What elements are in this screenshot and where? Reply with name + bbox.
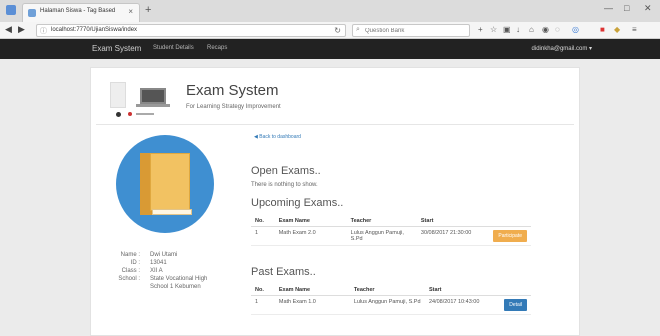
profile-value-id: 13041 [150, 260, 167, 266]
profile-label-class: Class : [121, 268, 140, 274]
app-navbar: Exam System Student Details Recaps didin… [0, 39, 660, 59]
col-start: Start [424, 285, 501, 296]
col-no: No. [251, 285, 275, 296]
past-exams-table: No. Exam Name Teacher Start 1 Math Exam … [251, 285, 531, 315]
tab-favicon [28, 9, 36, 17]
open-exams-empty: There is nothing to show. [251, 182, 318, 188]
cell-start: 30/08/2017 21:30:00 [416, 226, 490, 246]
pocket-icon[interactable]: ◉ [542, 25, 549, 34]
browser-app-icon [6, 5, 16, 15]
close-window-button[interactable]: ✕ [644, 3, 652, 14]
logo-bar [136, 113, 154, 115]
addon-red-icon[interactable]: ■ [600, 25, 605, 34]
reload-icon[interactable]: ↻ [334, 26, 341, 35]
address-url: localhost:7770/UjianSiswa/index [51, 27, 138, 33]
new-tab-button[interactable]: + [145, 4, 151, 16]
detail-button[interactable]: Detail [504, 299, 527, 311]
logo-dot [116, 112, 121, 117]
nav-recaps[interactable]: Recaps [207, 45, 227, 51]
sync-icon[interactable]: ◌ [555, 25, 560, 34]
cell-start: 24/08/2017 10:43:00 [424, 295, 501, 315]
back-arrow-icon[interactable]: ◀ [5, 24, 12, 35]
logo-sheet [110, 82, 126, 108]
browser-tab-strip: Halaman Siswa - Tag Based × + — □ ✕ [0, 0, 660, 22]
profile-label-id: ID : [130, 260, 140, 266]
address-bar[interactable]: ⓘ localhost:7770/UjianSiswa/index ↻ [36, 24, 346, 37]
bookmark-star-icon[interactable]: ☆ [490, 25, 497, 34]
browser-toolbar: ◀ ▶ ⓘ localhost:7770/UjianSiswa/index ↻ … [0, 22, 660, 39]
table-row: 1 Math Exam 2.0 Lulus Anggun Pamuji, S.P… [251, 226, 531, 246]
participate-button[interactable]: Participate [493, 230, 527, 242]
past-exams-heading: Past Exams.. [251, 266, 316, 278]
profile-value-school: State Vocational High School 1 Kebumen [150, 276, 208, 290]
browser-search-box[interactable]: ⌕ [352, 24, 470, 37]
nav-student-details[interactable]: Student Details [153, 45, 194, 51]
user-menu-dropdown[interactable]: didinkha@gmail.com ▾ [532, 45, 592, 52]
page-tagline: For Learning Strategy Improvement [186, 104, 281, 110]
table-row: 1 Math Exam 1.0 Lulus Anggun Pamuji, S.P… [251, 295, 531, 315]
cell-exam: Math Exam 1.0 [274, 295, 350, 315]
forward-arrow-icon[interactable]: ▶ [18, 24, 25, 35]
profile-value-name: Dwi Utami [150, 252, 178, 258]
browser-search-input[interactable] [365, 26, 465, 36]
cell-teacher: Lulus Anggun Pamuji, S.Pd [346, 226, 417, 246]
page-title: Exam System [186, 82, 279, 99]
back-to-dashboard-link[interactable]: ◀ Back to dashboard [254, 134, 301, 140]
col-teacher: Teacher [346, 216, 417, 227]
open-exams-heading: Open Exams.. [251, 165, 321, 177]
profile-value-class: XII A [150, 268, 163, 274]
col-exam-name: Exam Name [274, 285, 350, 296]
profile-labels: Name : ID : Class : School : [100, 251, 140, 283]
info-icon: ⓘ [40, 28, 47, 35]
extension-icon[interactable]: ◎ [572, 25, 579, 34]
col-teacher: Teacher [349, 285, 425, 296]
cell-teacher: Lulus Anggun Pamuji, S.Pd [349, 295, 425, 315]
add-icon[interactable]: + [478, 25, 483, 34]
upcoming-exams-heading: Upcoming Exams.. [251, 197, 344, 209]
header-divider [96, 124, 574, 125]
clipboard-icon[interactable]: ▣ [503, 25, 511, 34]
maximize-button[interactable]: □ [624, 3, 629, 13]
profile-label-school: School : [118, 276, 140, 282]
minimize-button[interactable]: — [604, 3, 613, 13]
tab-title: Halaman Siswa - Tag Based [40, 8, 116, 14]
cell-exam: Math Exam 2.0 [274, 226, 347, 246]
menu-icon[interactable]: ≡ [632, 25, 637, 34]
table-header-row: No. Exam Name Teacher Start [251, 285, 531, 296]
cell-no: 1 [251, 295, 275, 315]
browser-tab[interactable]: Halaman Siswa - Tag Based × [22, 3, 140, 22]
addon-yellow-icon[interactable]: ◆ [614, 25, 620, 34]
cell-no: 1 [251, 226, 275, 246]
search-icon: ⌕ [356, 26, 360, 33]
profile-values: Dwi Utami 13041 XII A State Vocational H… [150, 251, 220, 291]
table-header-row: No. Exam Name Teacher Start [251, 216, 531, 227]
tab-close-icon[interactable]: × [128, 7, 133, 16]
logo-laptop-base [136, 104, 170, 107]
navbar-brand[interactable]: Exam System [92, 44, 141, 53]
home-icon[interactable]: ⌂ [529, 25, 534, 34]
col-exam-name: Exam Name [274, 216, 347, 227]
book-icon [140, 153, 194, 215]
download-icon[interactable]: ↓ [516, 25, 520, 34]
logo-dot-red [128, 112, 132, 116]
logo-laptop-icon [140, 88, 166, 104]
col-start: Start [416, 216, 490, 227]
profile-label-name: Name : [120, 252, 140, 258]
col-no: No. [251, 216, 275, 227]
app-logo [110, 78, 172, 120]
upcoming-exams-table: No. Exam Name Teacher Start 1 Math Exam … [251, 216, 531, 246]
